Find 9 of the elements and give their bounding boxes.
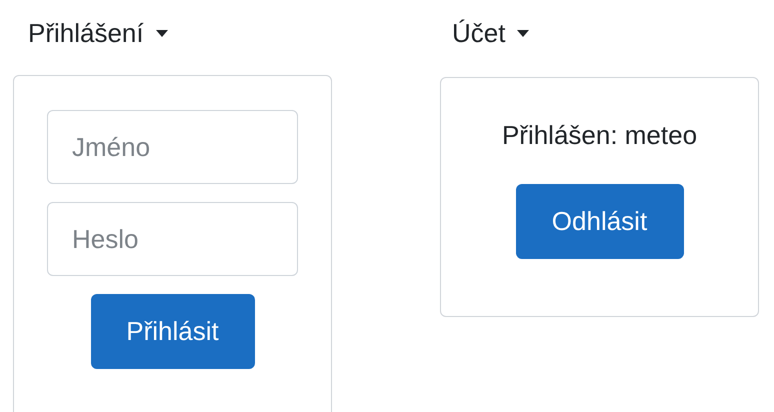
logged-in-status: Přihlášen: meteo [502,122,698,148]
password-field[interactable]: Heslo [47,202,298,276]
login-button[interactable]: Přihlásit [90,294,254,369]
username-field[interactable]: Jméno [47,110,298,184]
caret-icon [517,30,530,36]
caret-icon [156,30,168,36]
dropdown-toggle[interactable]: Účet [452,18,530,48]
logout-button[interactable]: Odhlásit [516,184,684,259]
dropdown-toggle[interactable]: Přihlášení [28,18,168,48]
